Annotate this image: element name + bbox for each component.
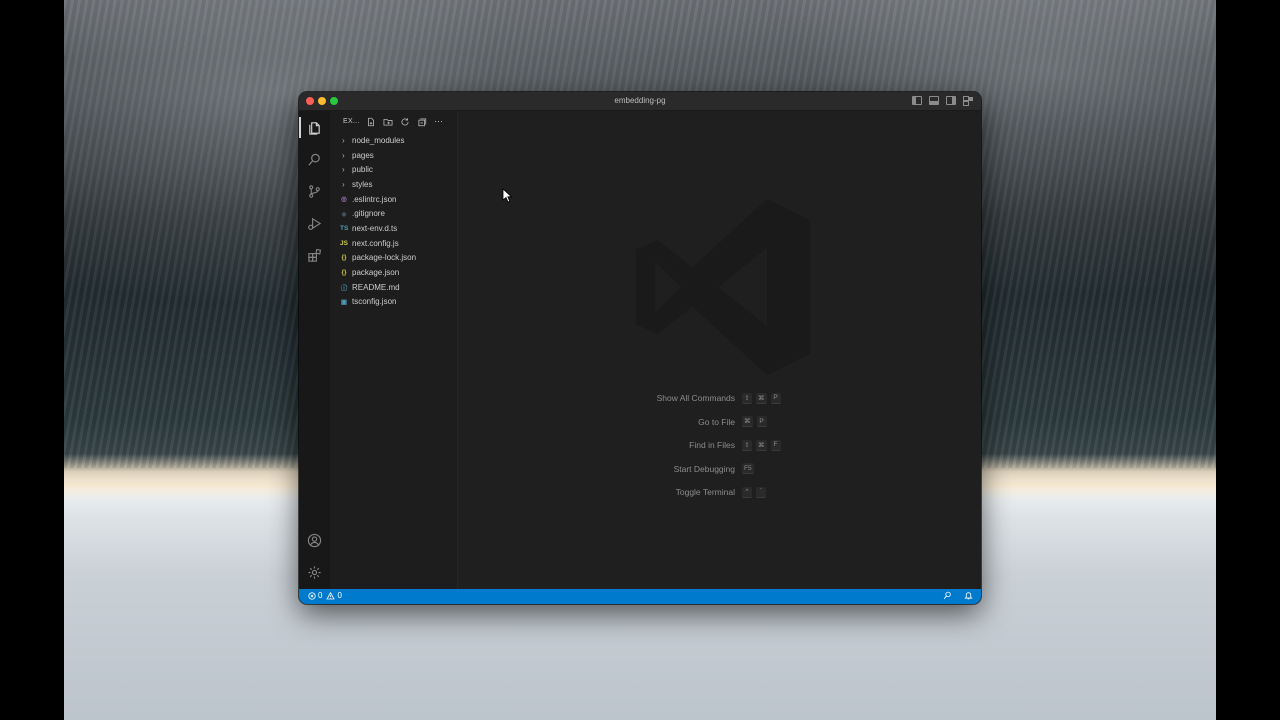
chevron-right-icon: ›: [342, 179, 345, 189]
explorer-icon[interactable]: [299, 117, 323, 138]
feedback-icon[interactable]: [943, 591, 952, 600]
shortcut-hint: Find in Files ⇧ ⌘ F: [458, 438, 981, 452]
shortcut-label: Toggle Terminal: [675, 487, 735, 497]
chevron-right-icon: ›: [342, 165, 345, 175]
extensions-icon[interactable]: [306, 247, 323, 264]
explorer-title: EX...: [343, 118, 360, 125]
tree-file-eslintrc-json[interactable]: ◎ .eslintrc.json: [330, 192, 457, 207]
more-actions-icon[interactable]: ⋯: [433, 116, 444, 127]
file-name: .gitignore: [352, 209, 385, 219]
file-name: next.config.js: [352, 238, 399, 248]
tree-file-next-config-js[interactable]: JS next.config.js: [330, 236, 457, 251]
tree-file-readme-md[interactable]: ⓘ README.md: [330, 280, 457, 295]
shortcut-hint: Toggle Terminal ^ `: [458, 485, 981, 499]
tree-folder-styles[interactable]: › styles: [330, 177, 457, 192]
explorer-header: EX... ⋯: [330, 111, 457, 133]
file-name: package-lock.json: [352, 253, 417, 263]
layout-controls: [912, 96, 973, 106]
title-bar: embedding-pg: [299, 92, 981, 111]
tree-file-tsconfig-json[interactable]: ▣ tsconfig.json: [330, 295, 457, 310]
shortcut-label: Start Debugging: [673, 463, 735, 474]
keycap: ⌘: [756, 439, 767, 451]
info-icon: ⓘ: [340, 285, 348, 293]
tree-file-gitignore[interactable]: ◆ .gitignore: [330, 206, 457, 221]
keycap: P: [756, 416, 767, 427]
shortcut-keys: F5: [742, 463, 754, 474]
chevron-right-icon: ›: [342, 135, 345, 145]
file-tree: › node_modules › pages › public › styles ◎ .e…: [330, 133, 457, 309]
tree-file-package-lock-json[interactable]: {} package-lock.json: [330, 251, 457, 266]
error-icon: [308, 591, 316, 600]
explorer-sidebar: EX... ⋯ › node_modules › pages › public …: [330, 111, 458, 589]
file-name: tsconfig.json: [352, 297, 397, 307]
chevron-right-icon: ›: [342, 150, 345, 160]
shortcut-label: Find in Files: [689, 440, 735, 450]
search-icon[interactable]: [306, 151, 323, 168]
warning-count: 0: [337, 591, 342, 600]
keycap: ⌘: [756, 392, 767, 404]
json-icon: {}: [341, 254, 347, 262]
customize-layout-icon[interactable]: [963, 96, 973, 106]
manage-gear-icon[interactable]: [306, 564, 323, 581]
shortcut-keys: ⇧ ⌘ F: [742, 439, 781, 451]
json-icon: {}: [341, 269, 347, 277]
toggle-primary-sidebar-icon[interactable]: [912, 96, 922, 105]
keycap: ⇧: [742, 439, 752, 451]
file-name: README.md: [352, 282, 400, 292]
activity-bar: [299, 111, 330, 589]
keycap: F5: [742, 463, 754, 474]
shortcut-label: Show All Commands: [656, 393, 735, 403]
keycap: ⇧: [742, 392, 752, 404]
keycap: P: [770, 392, 781, 404]
toggle-secondary-sidebar-icon[interactable]: [946, 96, 956, 105]
warning-icon: [326, 591, 336, 599]
shortcut-hint: Start Debugging F5: [458, 462, 981, 476]
new-file-icon[interactable]: [365, 116, 376, 127]
keycap: ⌘: [742, 416, 753, 427]
typescript-icon: TS: [340, 224, 349, 232]
keycap: `: [756, 486, 766, 498]
tree-folder-public[interactable]: › public: [330, 162, 457, 177]
file-name: package.json: [352, 268, 400, 278]
tree-folder-pages[interactable]: › pages: [330, 148, 457, 163]
javascript-icon: JS: [340, 239, 348, 247]
collapse-all-icon[interactable]: [416, 116, 427, 127]
source-control-icon[interactable]: [306, 183, 323, 200]
keycap: ^: [742, 486, 752, 498]
new-folder-icon[interactable]: [382, 116, 393, 127]
vscode-window: embedding-pg EX... ⋯ › node_modules › pa…: [299, 92, 981, 604]
shortcut-hint: Go to File ⌘ P: [458, 415, 981, 429]
toggle-panel-icon[interactable]: [929, 96, 939, 105]
tree-file-package-json[interactable]: {} package.json: [330, 265, 457, 280]
accounts-icon[interactable]: [306, 532, 323, 549]
shortcut-keys: ⌘ P: [742, 416, 767, 427]
tsconfig-icon: ▣: [340, 298, 348, 306]
mouse-pointer-icon: [502, 188, 513, 203]
problems-status[interactable]: 0 0: [308, 591, 342, 600]
editor-area: Show All Commands ⇧ ⌘ P Go to File ⌘ P Find in …: [458, 111, 981, 589]
status-right: [943, 591, 973, 600]
git-icon: ◆: [341, 210, 347, 218]
file-name: .eslintrc.json: [352, 194, 397, 204]
window-title: embedding-pg: [614, 96, 666, 105]
status-bar: 0 0: [299, 589, 981, 604]
file-name: next-env.d.ts: [352, 223, 398, 233]
vscode-watermark-logo: [635, 198, 811, 376]
refresh-icon[interactable]: [399, 116, 410, 127]
notifications-bell-icon[interactable]: [964, 591, 973, 600]
keycap: F: [770, 439, 781, 451]
tree-folder-node-modules[interactable]: › node_modules: [330, 133, 457, 148]
tree-file-next-env-d-ts[interactable]: TS next-env.d.ts: [330, 221, 457, 236]
explorer-toolbar: ⋯: [365, 116, 444, 127]
run-and-debug-icon[interactable]: [306, 215, 323, 232]
shortcut-hint: Show All Commands ⇧ ⌘ P: [458, 391, 981, 405]
shortcut-keys: ^ `: [742, 486, 766, 498]
shortcut-keys: ⇧ ⌘ P: [742, 392, 781, 404]
eslint-icon: ◎: [341, 196, 347, 204]
error-count: 0: [318, 591, 323, 600]
shortcut-label: Go to File: [698, 416, 735, 427]
